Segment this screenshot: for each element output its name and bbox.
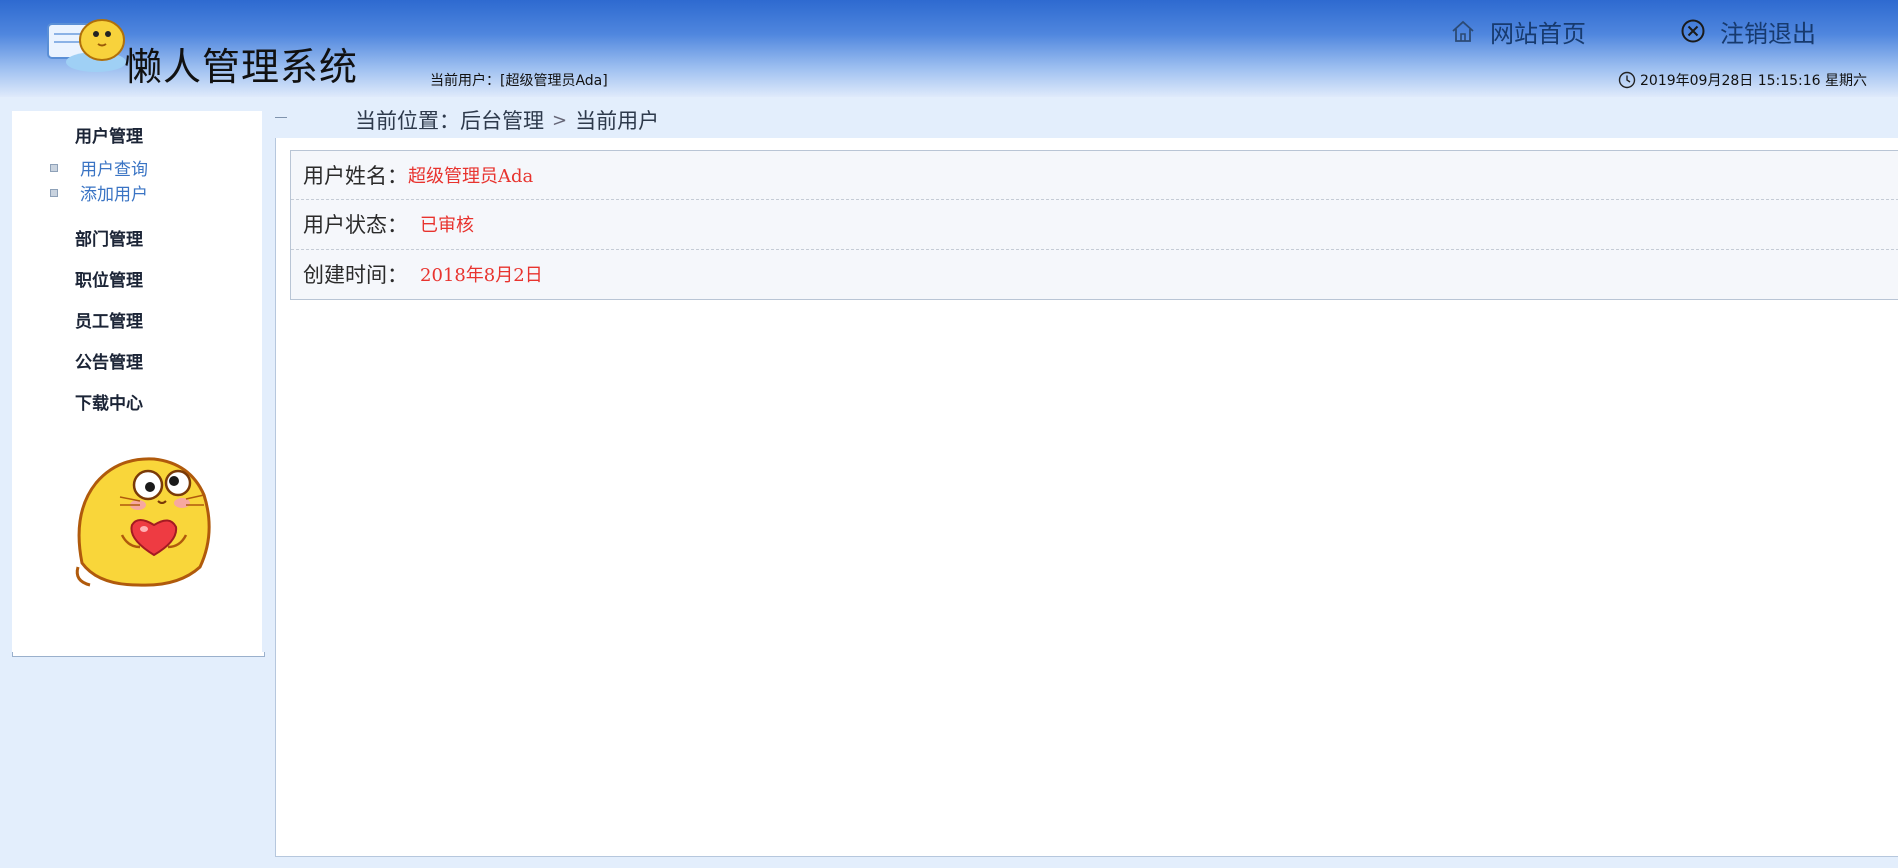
bullet-icon bbox=[50, 188, 58, 197]
home-icon bbox=[1452, 20, 1474, 42]
collapse-toggle-icon[interactable] bbox=[275, 117, 287, 118]
sidebar: 用户管理 用户查询 添加用户 部门管理 职位管理 员工管理 公告管理 下载中心 bbox=[12, 111, 262, 656]
current-user-label: 当前用户：[超级管理员Ada] bbox=[430, 73, 608, 89]
user-name-label: 用户姓名： bbox=[303, 164, 408, 189]
mascot-cat-heart-icon bbox=[75, 457, 211, 587]
sidebar-subitem-label: 用户查询 bbox=[80, 160, 148, 180]
close-circle-icon bbox=[1681, 19, 1705, 43]
top-header: 懒人管理系统 当前用户：[超级管理员Ada] 网站首页 注销退出 2019年09… bbox=[0, 0, 1898, 97]
sidebar-item-position-management[interactable]: 职位管理 bbox=[75, 266, 143, 291]
logo-cat-icon bbox=[47, 19, 126, 72]
sidebar-subitem-user-query[interactable]: 用户查询 bbox=[50, 155, 148, 180]
logout-link[interactable]: 注销退出 bbox=[1680, 14, 1816, 48]
user-info-table: 用户姓名： 超级管理员Ada 用户状态： 已审核 创建时间： 2018年8月2日 bbox=[290, 150, 1898, 300]
home-link-label: 网站首页 bbox=[1490, 19, 1586, 48]
sidebar-footer-border bbox=[12, 652, 265, 657]
created-time-label: 创建时间： bbox=[303, 263, 408, 288]
user-status-label: 用户状态： bbox=[303, 213, 408, 238]
datetime-text: 2019年09月28日 15:15:16 星期六 bbox=[1640, 73, 1868, 89]
datetime-display: 2019年09月28日 15:15:16 星期六 bbox=[1618, 70, 1867, 90]
breadcrumb-level-current-user: 当前用户 bbox=[575, 109, 660, 133]
breadcrumb-bar: 当前位置： 后台管理 > 当前用户 bbox=[275, 101, 1898, 137]
home-link[interactable]: 网站首页 bbox=[1450, 14, 1586, 48]
sidebar-item-user-management[interactable]: 用户管理 bbox=[75, 122, 143, 147]
sidebar-item-download-center[interactable]: 下载中心 bbox=[75, 389, 143, 414]
created-time-value: 2018年8月2日 bbox=[420, 265, 543, 287]
sidebar-item-notice-management[interactable]: 公告管理 bbox=[75, 348, 143, 373]
breadcrumb: 当前位置： 后台管理 > 当前用户 bbox=[355, 105, 659, 135]
user-name-row: 用户姓名： 超级管理员Ada bbox=[291, 151, 1898, 201]
sidebar-subitem-label: 添加用户 bbox=[80, 185, 148, 205]
user-status-row: 用户状态： 已审核 bbox=[291, 200, 1898, 250]
user-name-value: 超级管理员Ada bbox=[408, 166, 534, 188]
sidebar-subitem-add-user[interactable]: 添加用户 bbox=[50, 180, 148, 205]
clock-icon bbox=[1618, 71, 1636, 89]
user-status-value: 已审核 bbox=[420, 215, 474, 237]
breadcrumb-separator: > bbox=[552, 109, 568, 131]
sidebar-item-department-management[interactable]: 部门管理 bbox=[75, 225, 143, 250]
created-time-row: 创建时间： 2018年8月2日 bbox=[291, 250, 1898, 299]
sidebar-item-employee-management[interactable]: 员工管理 bbox=[75, 307, 143, 332]
breadcrumb-level-admin[interactable]: 后台管理 bbox=[460, 105, 544, 135]
app-title: 懒人管理系统 bbox=[124, 45, 359, 89]
breadcrumb-prefix: 当前位置： bbox=[355, 109, 460, 133]
main-content: 用户姓名： 超级管理员Ada 用户状态： 已审核 创建时间： 2018年8月2日 bbox=[275, 138, 1898, 857]
logout-link-label: 注销退出 bbox=[1720, 19, 1816, 48]
bullet-icon bbox=[50, 163, 58, 172]
